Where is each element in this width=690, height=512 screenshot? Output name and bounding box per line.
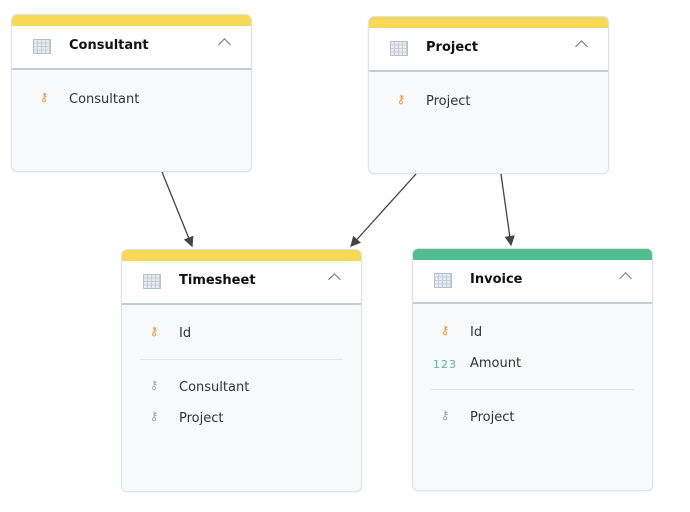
table-card-consultant[interactable]: Consultant ⚷ Consultant — [11, 14, 252, 172]
field-row[interactable]: ⚷ Consultant — [12, 90, 251, 110]
card-title: Timesheet — [179, 273, 256, 288]
chevron-up-icon[interactable] — [218, 38, 231, 51]
field-row[interactable]: ⚷ Id — [122, 324, 361, 344]
card-title: Consultant — [69, 38, 149, 53]
field-label: Amount — [470, 356, 522, 371]
card-title: Invoice — [470, 272, 523, 287]
primary-key-icon: ⚷ — [440, 323, 450, 337]
field-label: Project — [426, 94, 471, 109]
card-title: Project — [426, 40, 479, 55]
field-label: Consultant — [179, 380, 250, 395]
arrow-project-invoice — [500, 173, 515, 247]
reference-key-icon: ⚷ — [440, 408, 450, 422]
card-header: Timesheet — [122, 261, 361, 305]
field-row[interactable]: 123 Amount — [413, 354, 652, 374]
table-card-timesheet[interactable]: Timesheet ⚷ Id ⚷ Consultant ⚷ Project — [121, 249, 362, 492]
field-label: Project — [179, 411, 224, 426]
field-label: Project — [470, 410, 515, 425]
field-label: Consultant — [69, 92, 140, 107]
table-icon — [434, 273, 452, 288]
primary-key-icon: ⚷ — [149, 324, 159, 338]
table-card-invoice[interactable]: Invoice ⚷ Id 123 Amount ⚷ Project — [412, 248, 653, 491]
divider — [431, 389, 634, 390]
reference-key-icon: ⚷ — [149, 409, 159, 423]
arrow-project-timesheet — [350, 173, 417, 247]
dimension-color-bar — [122, 250, 361, 261]
field-row[interactable]: ⚷ Project — [369, 92, 608, 112]
field-row[interactable]: ⚷ Consultant — [122, 378, 361, 398]
dimension-color-bar — [12, 15, 251, 26]
table-card-project[interactable]: Project ⚷ Project — [368, 16, 609, 174]
table-icon — [390, 41, 408, 56]
card-header: Project — [369, 28, 608, 72]
dimension-color-bar — [369, 17, 608, 28]
primary-key-icon: ⚷ — [39, 90, 49, 104]
fact-color-bar — [413, 249, 652, 260]
card-header: Invoice — [413, 260, 652, 304]
field-row[interactable]: ⚷ Project — [122, 409, 361, 429]
table-icon — [33, 39, 51, 54]
field-row[interactable]: ⚷ Project — [413, 408, 652, 428]
chevron-up-icon[interactable] — [328, 273, 341, 286]
table-icon — [143, 274, 161, 289]
field-label: Id — [470, 325, 483, 340]
chevron-up-icon[interactable] — [575, 40, 588, 53]
arrow-consultant-timesheet — [161, 171, 194, 248]
reference-key-icon: ⚷ — [149, 378, 159, 392]
divider — [140, 359, 343, 360]
chevron-up-icon[interactable] — [619, 272, 632, 285]
primary-key-icon: ⚷ — [396, 92, 406, 106]
number-icon: 123 — [433, 358, 457, 371]
card-header: Consultant — [12, 26, 251, 70]
field-label: Id — [179, 326, 192, 341]
field-row[interactable]: ⚷ Id — [413, 323, 652, 343]
